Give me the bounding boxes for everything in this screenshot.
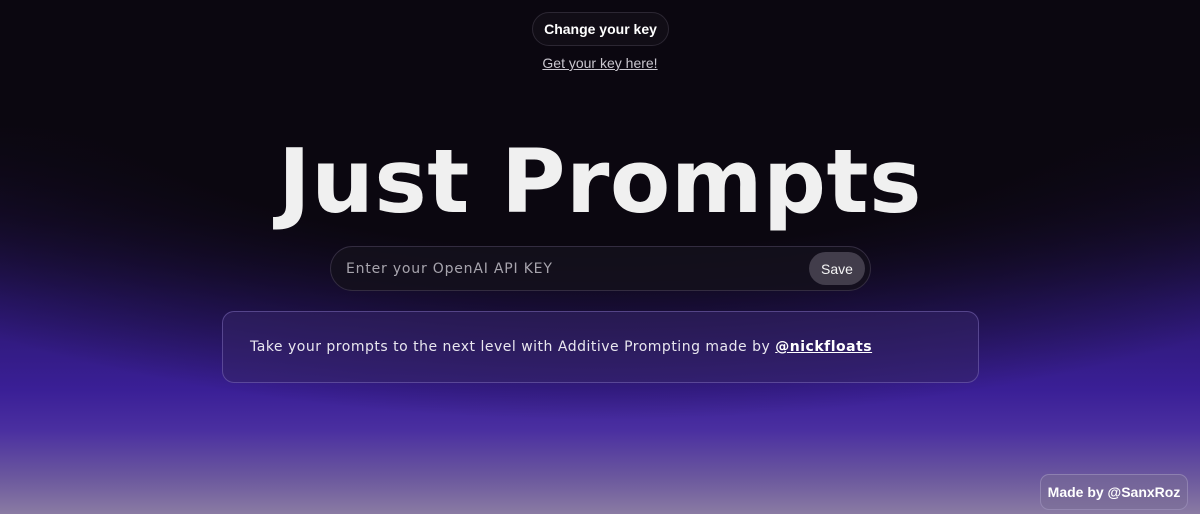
made-by-badge[interactable]: Made by @SanxRoz <box>1040 474 1188 510</box>
page-title: Just Prompts <box>278 130 922 233</box>
api-key-form: Save <box>330 246 871 291</box>
info-text: Take your prompts to the next level with… <box>250 339 771 355</box>
info-card: Take your prompts to the next level with… <box>222 311 979 383</box>
api-key-input[interactable] <box>331 247 801 290</box>
save-button[interactable]: Save <box>809 252 865 285</box>
change-key-button[interactable]: Change your key <box>532 12 669 46</box>
nickfloats-link[interactable]: @nickfloats <box>775 339 872 355</box>
get-key-link-row: Get your key here! <box>0 55 1200 71</box>
get-key-link[interactable]: Get your key here! <box>542 55 657 71</box>
